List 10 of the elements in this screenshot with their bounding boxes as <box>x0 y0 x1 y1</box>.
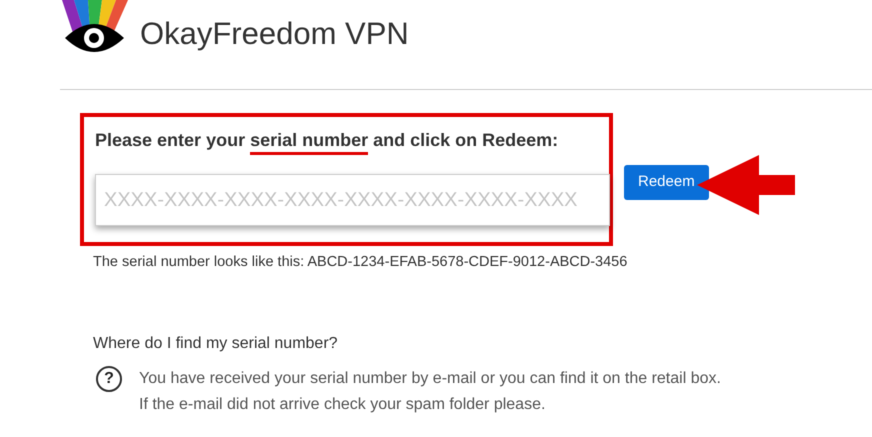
app-title: OkayFreedom VPN <box>140 18 409 49</box>
help-question: Where do I find my serial number? <box>93 334 339 354</box>
help-text: You have received your serial number by e-mail or you can find it on the retail box. <box>139 368 721 389</box>
help-text: If the e-mail did not arrive check your spam folder please. <box>139 394 546 415</box>
eye-logo-icon <box>60 0 130 55</box>
redeem-button[interactable]: Redeem <box>624 165 709 200</box>
serial-format-hint: The serial number looks like this: ABCD-1234-EFAB-5678-CDEF-9012-ABCD-3456 <box>93 253 628 272</box>
instruction-heading: Please enter your serial number and click on Redeem: <box>95 127 599 154</box>
help-icon: ? <box>96 366 122 392</box>
serial-input-field[interactable]: XXXX-XXXX-XXXX-XXXX-XXXX-XXXX-XXXX-XXXX <box>95 174 610 226</box>
